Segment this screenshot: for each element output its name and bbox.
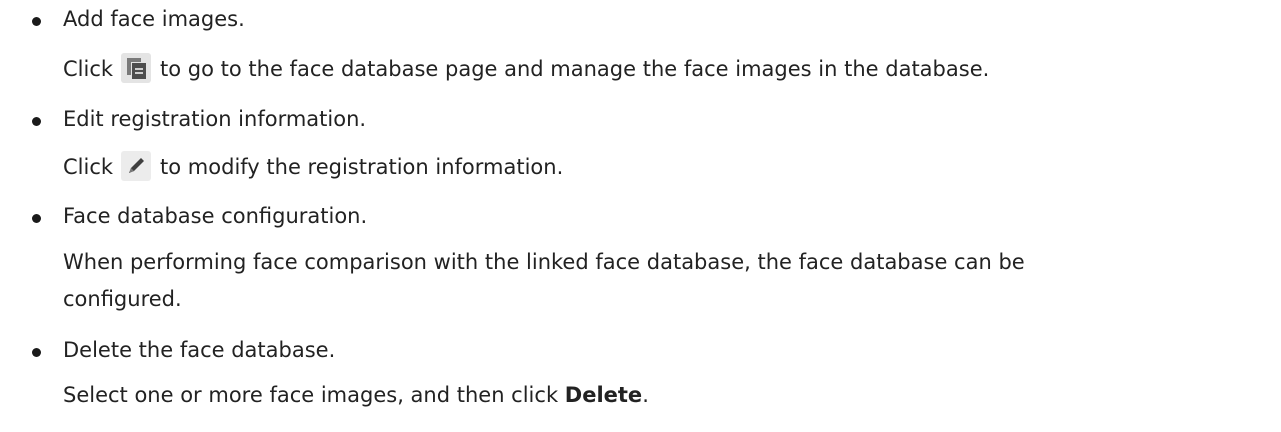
face-database-icon: [121, 53, 152, 83]
bullet-icon: [32, 117, 41, 126]
edit-pencil-icon: [121, 151, 152, 181]
document-body: Add face images. Click to go to the face …: [0, 0, 1281, 432]
item-description-line-1: When performing face comparison with the…: [63, 250, 1025, 274]
bullet-icon: [32, 348, 41, 357]
description-text: Select one or more face images, and then…: [63, 383, 565, 407]
click-text: Click: [63, 155, 114, 179]
delete-keyword: Delete: [564, 383, 643, 407]
bullet-icon: [32, 17, 41, 26]
item-title: Edit registration information.: [63, 107, 367, 131]
description-text: to modify the registration information.: [160, 155, 564, 179]
item-description: Click to modify the registration informa…: [63, 148, 563, 186]
item-description-line-2: configured.: [63, 287, 182, 311]
description-text: to go to the face database page and mana…: [160, 57, 990, 81]
bullet-icon: [32, 214, 41, 223]
description-period: .: [642, 383, 649, 407]
item-title: Face database configuration.: [63, 204, 368, 228]
item-title: Add face images.: [63, 7, 245, 31]
item-title: Delete the face database.: [63, 338, 336, 362]
item-description: Click to go to the face database page and…: [63, 50, 989, 88]
click-text: Click: [63, 57, 114, 81]
item-description: Select one or more face images, and then…: [63, 376, 649, 414]
